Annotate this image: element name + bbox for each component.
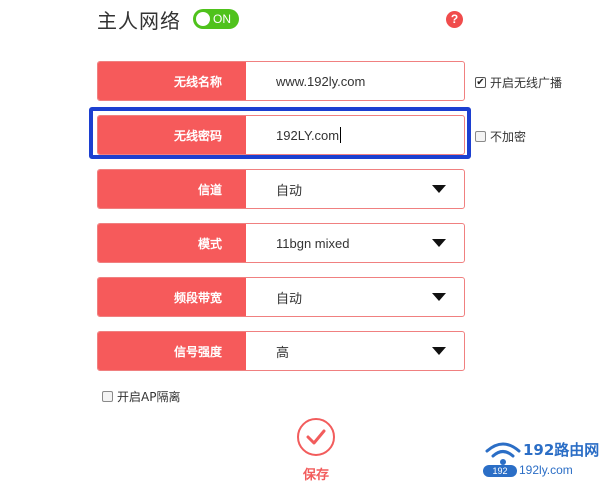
bandwidth-select[interactable]: 自动	[246, 278, 464, 316]
chevron-down-icon	[432, 185, 446, 193]
mode-row: 模式 11bgn mixed	[97, 223, 465, 263]
mode-label: 模式	[98, 224, 246, 262]
ssid-input[interactable]: www.192ly.com	[246, 62, 464, 100]
channel-value: 自动	[276, 183, 303, 199]
channel-select[interactable]: 自动	[246, 170, 464, 208]
no-encrypt-checkbox[interactable]	[475, 131, 486, 142]
chevron-down-icon	[432, 239, 446, 247]
ap-isolation-checkbox[interactable]	[102, 391, 113, 402]
help-icon[interactable]: ?	[446, 11, 463, 28]
watermark-url: 192ly.com	[519, 463, 573, 477]
mode-select[interactable]: 11bgn mixed	[246, 224, 464, 262]
watermark-title: 192路由网	[523, 441, 600, 459]
host-network-toggle[interactable]: ON	[193, 9, 239, 29]
signal-strength-value: 高	[276, 345, 290, 361]
wifi-icon	[485, 442, 521, 465]
ssid-value: www.192ly.com	[276, 73, 366, 89]
password-highlight	[89, 107, 471, 159]
bandwidth-label: 频段带宽	[98, 278, 246, 316]
watermark: 192 192路由网 192ly.com	[483, 437, 600, 487]
channel-row: 信道 自动	[97, 169, 465, 209]
bandwidth-row: 频段带宽 自动	[97, 277, 465, 317]
save-label: 保存	[302, 468, 329, 483]
ap-isolation-label: 开启AP隔离	[117, 390, 181, 404]
no-encrypt-label: 不加密	[490, 130, 527, 144]
checkmark-icon	[306, 429, 326, 445]
signal-strength-row: 信号强度 高	[97, 331, 465, 371]
ssid-row: 无线名称 www.192ly.com	[97, 61, 465, 101]
chevron-down-icon	[432, 293, 446, 301]
save-circle	[297, 418, 335, 456]
signal-strength-select[interactable]: 高	[246, 332, 464, 370]
save-button[interactable]: 保存	[294, 418, 338, 483]
section-title: 主人网络	[97, 8, 181, 33]
mode-value: 11bgn mixed	[276, 235, 350, 251]
wireless-settings-page: 主人网络 ON ? 无线名称 www.192ly.com 无线密码 192LY.…	[0, 0, 600, 495]
signal-strength-label: 信号强度	[98, 332, 246, 370]
toggle-knob	[196, 12, 210, 26]
broadcast-checkbox[interactable]: ✔	[475, 77, 486, 88]
bandwidth-value: 自动	[276, 291, 303, 307]
ap-isolation-option: 开启AP隔离	[102, 388, 180, 405]
broadcast-label: 开启无线广播	[490, 76, 563, 90]
ssid-label: 无线名称	[98, 62, 246, 100]
no-encrypt-option: 不加密	[475, 128, 526, 145]
channel-label: 信道	[98, 170, 246, 208]
broadcast-option: ✔ 开启无线广播	[475, 74, 562, 91]
router-badge: 192	[483, 465, 517, 477]
section-header: 主人网络 ON	[97, 4, 239, 34]
chevron-down-icon	[432, 347, 446, 355]
toggle-label: ON	[213, 12, 231, 26]
